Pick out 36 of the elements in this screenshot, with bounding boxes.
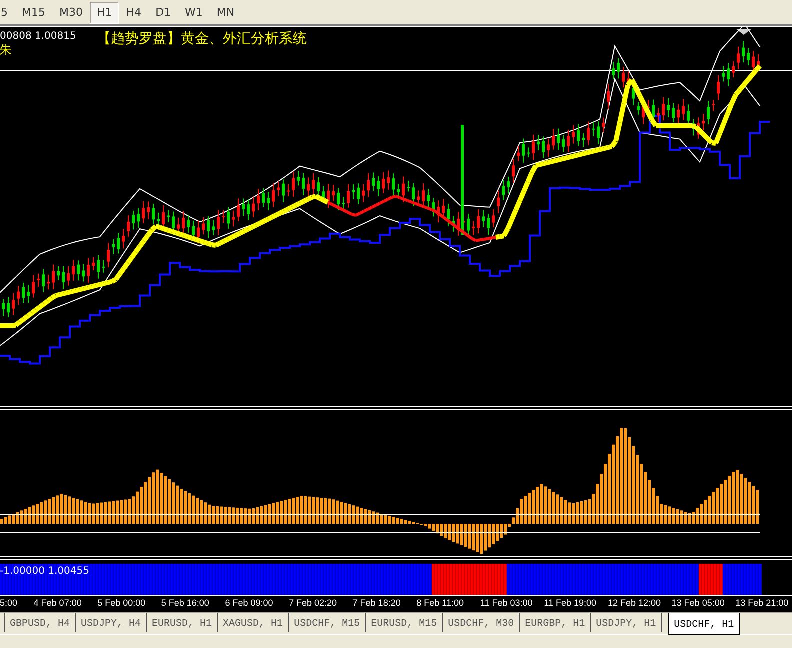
chart-tab[interactable]: XAGUSD, H1 [218,613,290,632]
timeframe-button[interactable]: W1 [178,2,210,24]
chart-tab[interactable]: EURUSD, H1 [147,613,218,632]
time-label: 12 Feb 12:00 [608,599,662,608]
chart-tab[interactable]: USDJPY, H4 [76,613,148,632]
time-label: 7 Feb 18:20 [352,599,401,608]
time-label: 11 Feb 19:00 [544,599,597,608]
time-label: 11 Feb 03:00 [480,599,533,608]
timeframe-button[interactable]: M30 [52,2,90,24]
time-label: 13 Feb 21:00 [736,599,789,608]
time-label: 4 Feb 07:00 [34,599,82,608]
price-quote: 00808 1.00815 [0,32,76,42]
timeframe-button[interactable]: MN [210,2,242,24]
chart-tab[interactable]: USDCHF, H1 [668,613,740,635]
chart-tab[interactable]: USDCHF, M30 [443,613,520,632]
time-label: 5 Feb 16:00 [161,599,210,608]
chart-title: 【趋势罗盘】黄金、外汇分析系统 [97,32,307,46]
chart-tab[interactable]: GBPUSD, H4 [5,613,76,632]
chart-tab[interactable]: EURGBP, H1 [520,613,592,632]
chart-tab[interactable]: USDJPY, H1 [591,613,662,632]
band-value-label: -1.00000 1.00455 [0,567,90,577]
time-label: 8 Feb 11:00 [416,599,464,608]
timeframe-button[interactable]: D1 [148,2,178,24]
chart-tab[interactable]: USDCHF, M15 [289,613,366,632]
indicator-label: 朱 [0,44,12,56]
timeframe-button[interactable]: H4 [119,2,149,24]
time-label: 6 Feb 09:00 [225,599,274,608]
time-label: 5:00 [0,599,18,608]
timeframe-button[interactable]: M15 [15,2,52,24]
time-label: 7 Feb 02:20 [289,599,338,608]
chart-tab[interactable]: EURUSD, M15 [366,613,444,632]
shift-marker-icon [736,29,752,35]
timeframe-button[interactable]: 5 [0,2,15,24]
time-label: 13 Feb 05:00 [672,599,725,608]
time-label: 5 Feb 00:00 [98,599,146,608]
timeframe-button[interactable]: H1 [90,2,120,24]
